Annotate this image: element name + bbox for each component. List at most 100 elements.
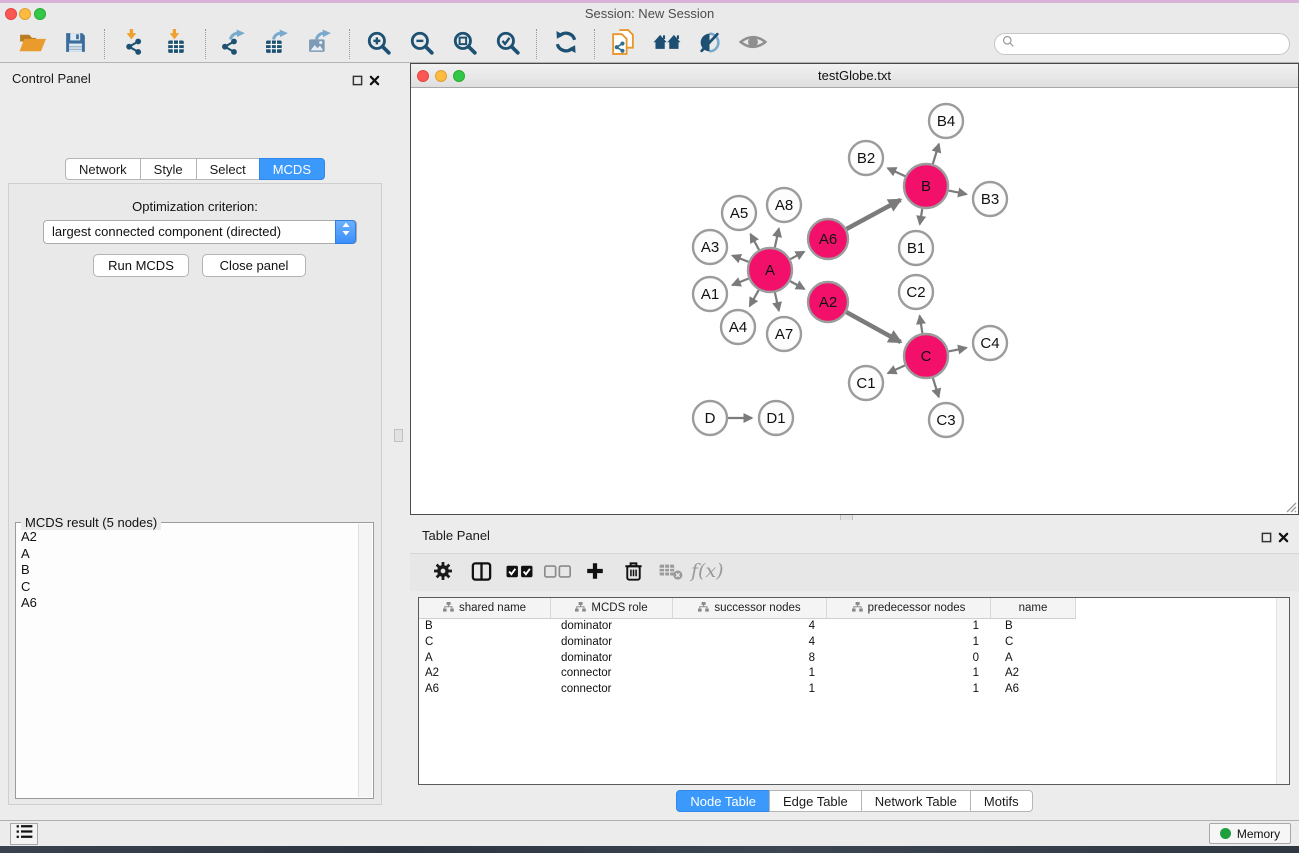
node-C1[interactable]: C1 (849, 366, 883, 400)
import-table-button[interactable] (155, 28, 198, 60)
table-cell[interactable]: 1 (673, 666, 827, 682)
table-cell[interactable]: C (991, 635, 1076, 651)
table-row[interactable]: A2connector11A2 (419, 666, 1289, 682)
node-A7[interactable]: A7 (767, 317, 801, 351)
select-all-button[interactable] (500, 557, 538, 589)
table-cell[interactable]: dominator (551, 619, 673, 635)
tab-mcds[interactable]: MCDS (259, 158, 325, 180)
open-folder-button[interactable] (11, 28, 54, 60)
edge-C-C1[interactable] (888, 365, 905, 373)
close-panel-icon[interactable] (369, 73, 380, 91)
node-B3[interactable]: B3 (973, 182, 1007, 216)
edge-A-A8[interactable] (775, 229, 779, 248)
table-cell[interactable]: A (419, 651, 551, 667)
node-A6[interactable]: A6 (808, 219, 848, 259)
node-A[interactable]: A (748, 248, 792, 292)
float-panel-icon[interactable] (352, 73, 363, 91)
maximize-window-button[interactable] (34, 8, 46, 20)
edge-C-C2[interactable] (920, 316, 923, 334)
table-cell[interactable]: dominator (551, 635, 673, 651)
table-row[interactable]: Adominator80A (419, 651, 1289, 667)
tab-select[interactable]: Select (196, 158, 260, 180)
import-network-button[interactable] (112, 28, 155, 60)
node-B2[interactable]: B2 (849, 141, 883, 175)
table-row[interactable]: Cdominator41C (419, 635, 1289, 651)
node-B[interactable]: B (904, 164, 948, 208)
search-field[interactable] (994, 33, 1290, 55)
tab-network[interactable]: Network (65, 158, 141, 180)
zoom-in-button[interactable] (357, 28, 400, 60)
column-header-successor-nodes[interactable]: successor nodes (673, 598, 827, 619)
table-cell[interactable]: 1 (827, 619, 991, 635)
save-button[interactable] (54, 28, 97, 60)
result-item[interactable]: C (21, 579, 357, 596)
column-header-MCDS-role[interactable]: MCDS role (551, 598, 673, 619)
clone-network-button[interactable] (602, 28, 645, 60)
table-cell[interactable]: 0 (827, 651, 991, 667)
result-scrollbar[interactable] (358, 524, 372, 797)
table-scrollbar[interactable] (1276, 598, 1289, 784)
table-row[interactable]: A6connector11A6 (419, 682, 1289, 698)
node-C2[interactable]: C2 (899, 275, 933, 309)
export-network-button[interactable] (213, 28, 256, 60)
table-cell[interactable]: A2 (991, 666, 1076, 682)
table-cell[interactable]: dominator (551, 651, 673, 667)
table-cell[interactable]: B (419, 619, 551, 635)
zoom-selected-button[interactable] (486, 28, 529, 60)
edge-B-B2[interactable] (888, 168, 906, 176)
table-cell[interactable]: connector (551, 682, 673, 698)
network-graph[interactable]: B4 B2 B B3 A5 A8 A6 B1 A3 A C2 A1 A2 (411, 88, 1298, 514)
add-button[interactable] (576, 557, 614, 589)
network-window-titlebar[interactable]: testGlobe.txt (411, 64, 1298, 88)
zoom-out-button[interactable] (400, 28, 443, 60)
criterion-dropdown[interactable]: largest connected component (directed) (43, 220, 357, 244)
memory-button[interactable]: Memory (1209, 823, 1291, 844)
table-cell[interactable]: 1 (827, 635, 991, 651)
table-cell[interactable]: 1 (827, 666, 991, 682)
table-cell[interactable]: A6 (991, 682, 1076, 698)
edge-A6-B[interactable] (847, 200, 901, 229)
column-header-name[interactable]: name (991, 598, 1076, 619)
task-history-button[interactable] (10, 823, 38, 845)
node-C3[interactable]: C3 (929, 403, 963, 437)
result-item[interactable]: A2 (21, 529, 357, 546)
edge-B-B3[interactable] (949, 191, 967, 195)
net-minimize-button[interactable] (435, 70, 447, 82)
node-C[interactable]: C (904, 334, 948, 378)
close-panel-button[interactable]: Close panel (202, 254, 306, 277)
table-cell[interactable]: A (991, 651, 1076, 667)
edge-A-A7[interactable] (775, 293, 779, 311)
edge-A-A1[interactable] (732, 279, 748, 286)
export-image-button[interactable] (299, 28, 342, 60)
node-A5[interactable]: A5 (722, 196, 756, 230)
result-item[interactable]: A6 (21, 595, 357, 612)
node-A2[interactable]: A2 (808, 282, 848, 322)
columns-button[interactable] (462, 557, 500, 589)
delete-table-button[interactable] (652, 557, 690, 589)
resize-grip-icon[interactable] (1283, 499, 1297, 513)
table-cell[interactable]: 4 (673, 619, 827, 635)
node-A4[interactable]: A4 (721, 310, 755, 344)
edge-B-B1[interactable] (920, 209, 923, 225)
table-row[interactable]: Bdominator41B (419, 619, 1289, 635)
table-cell[interactable]: 8 (673, 651, 827, 667)
show-view-button[interactable] (731, 28, 774, 60)
table-cell[interactable]: C (419, 635, 551, 651)
net-close-button[interactable] (417, 70, 429, 82)
table-cell[interactable]: B (991, 619, 1076, 635)
edge-A-A2[interactable] (790, 281, 804, 289)
tab-motifs[interactable]: Motifs (970, 790, 1033, 812)
hide-labels-button[interactable] (688, 28, 731, 60)
edge-C-C4[interactable] (949, 348, 967, 352)
node-A1[interactable]: A1 (693, 277, 727, 311)
run-mcds-button[interactable]: Run MCDS (93, 254, 189, 277)
tab-style[interactable]: Style (140, 158, 197, 180)
node-D[interactable]: D (693, 401, 727, 435)
node-B4[interactable]: B4 (929, 104, 963, 138)
edge-A-A3[interactable] (732, 256, 748, 262)
delete-button[interactable] (614, 557, 652, 589)
home-button[interactable] (645, 28, 688, 60)
result-item[interactable]: A (21, 546, 357, 563)
table-cell[interactable]: 1 (827, 682, 991, 698)
table-cell[interactable]: A6 (419, 682, 551, 698)
